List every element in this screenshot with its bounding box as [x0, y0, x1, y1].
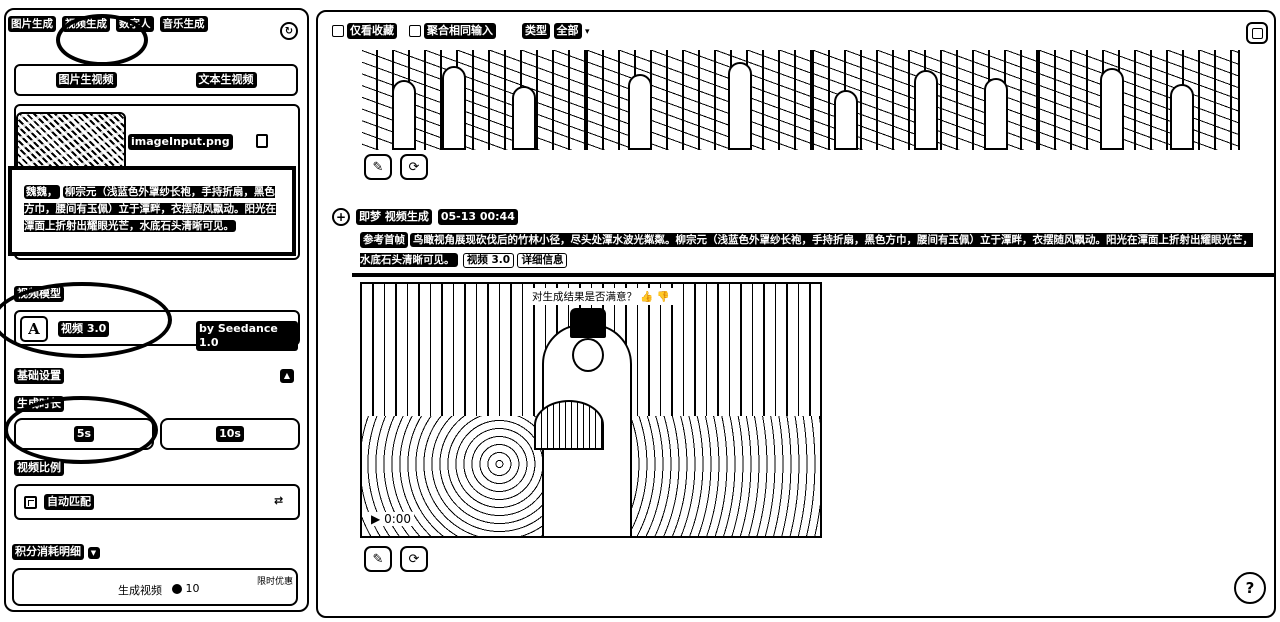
subtabs: 图片生视频 文本生视频	[14, 64, 298, 96]
play-time: 0:00	[384, 512, 412, 526]
video-frame-3[interactable]	[814, 50, 1040, 150]
tab-music-gen[interactable]: 音乐生成	[159, 16, 208, 32]
video-figure-face	[572, 338, 604, 372]
help-button[interactable]: ?	[1234, 572, 1266, 604]
merge-toggle[interactable]: 聚合相同输入	[409, 23, 496, 39]
video-figure-fan	[534, 400, 604, 450]
prompt-tag: 魏魏，	[24, 185, 60, 199]
generate-video-button[interactable]: 生成视频 10 限时优惠	[12, 568, 298, 606]
type-label: 类型	[522, 23, 550, 39]
generate-label: 生成视频	[118, 584, 162, 597]
divider	[352, 273, 1274, 277]
regenerate-button[interactable]: ⟳	[400, 154, 428, 180]
edit-icon: ✎	[372, 551, 384, 567]
checkbox-icon	[332, 25, 344, 37]
model-logo-icon: A	[20, 316, 48, 342]
detail-badge[interactable]: 详细信息	[517, 253, 568, 268]
subtab-image-to-video[interactable]: 图片生视频	[55, 72, 117, 88]
figure	[1170, 84, 1194, 150]
feedback-prompt: 对生成结果是否满意？ 👍 👎	[528, 288, 674, 305]
switch-icon[interactable]: ⇄	[274, 494, 283, 507]
ratio-label: 视频比例	[14, 460, 64, 476]
duration-label: 生成时长	[14, 396, 64, 412]
tab-digital-human[interactable]: 数字人	[116, 16, 154, 32]
feedback-text: 对生成结果是否满意？	[532, 291, 637, 303]
video-player[interactable]: 对生成结果是否满意？ 👍 👎 ▶ 0:00	[360, 282, 822, 538]
video-frame-2[interactable]	[588, 50, 814, 150]
generation-time: 05-13 00:44	[437, 209, 518, 225]
edit-button[interactable]: ✎	[364, 154, 392, 180]
tab-image-gen[interactable]: 图片生成	[8, 16, 56, 32]
right-panel: 仅看收藏 聚合相同输入 类型 全部 ▾ ✎ ⟳ + 即梦 视频生成 05-13 …	[316, 10, 1276, 618]
delete-icon[interactable]	[256, 134, 268, 148]
cost-details-toggle[interactable]: 积分消耗明细 ▼	[12, 544, 100, 560]
generation-prompt: 参考首帧 鸟瞰视角展现砍伐后的竹林小径，尽头处潭水波光粼粼。柳宗元（浅蓝色外罩纱长…	[360, 230, 1260, 270]
thumbs-up-icon[interactable]: 👍	[640, 291, 653, 303]
figure	[834, 90, 858, 150]
model-badge[interactable]: 视频 3.0	[462, 253, 515, 268]
generation-title: 即梦 视频生成	[356, 209, 432, 225]
tab-video-gen[interactable]: 视频生成	[62, 16, 110, 32]
play-icon: ▶	[371, 512, 381, 526]
cost-label: 积分消耗明细	[12, 544, 84, 560]
upload-filename: imageInput.png	[128, 134, 233, 150]
edit-button[interactable]: ✎	[364, 546, 392, 572]
video-figure-hat	[570, 308, 606, 338]
type-filter[interactable]: 类型 全部 ▾	[522, 23, 590, 39]
discount-badge: 限时优惠	[257, 577, 294, 587]
panel-toggle-icon[interactable]	[1246, 22, 1268, 44]
prompt-input[interactable]: 魏魏， 柳宗元（浅蓝色外罩纱长袍，手持折扇，黑色方巾，腰间有玉佩）立于潭畔，衣摆…	[8, 166, 296, 256]
figure	[442, 66, 466, 150]
chevron-down-icon: ▼	[87, 547, 100, 559]
favorites-label: 仅看收藏	[347, 23, 397, 39]
subtab-text-to-video[interactable]: 文本生视频	[195, 72, 257, 88]
favorites-toggle[interactable]: 仅看收藏	[332, 23, 397, 39]
prompt-text: 柳宗元（浅蓝色外罩纱长袍，手持折扇，黑色方巾，腰间有玉佩）立于潭畔，衣摆随风飘动…	[24, 186, 276, 232]
figure	[984, 78, 1008, 150]
ratio-selector[interactable]: 自动匹配 ⇄	[14, 484, 300, 520]
refresh-icon[interactable]: ↻	[280, 22, 298, 40]
figure	[628, 74, 652, 150]
figure	[1100, 68, 1124, 150]
figure	[392, 80, 416, 150]
regenerate-icon: ⟳	[408, 159, 420, 175]
duration-10s-button[interactable]: 10s	[160, 418, 300, 450]
toolbar: 仅看收藏 聚合相同输入 类型 全部 ▾	[332, 23, 590, 39]
credits-count: 10	[172, 582, 200, 595]
edit-icon: ✎	[372, 159, 384, 175]
merge-label: 聚合相同输入	[424, 23, 496, 39]
ratio-icon	[24, 496, 37, 509]
basic-settings-label: 基础设置	[14, 368, 64, 384]
credit-icon	[172, 584, 182, 594]
video-frame-4[interactable]	[1040, 50, 1240, 150]
generation-header: + 即梦 视频生成 05-13 00:44	[332, 208, 518, 226]
model-name: 视频 3.0	[58, 321, 110, 337]
figure	[512, 86, 536, 150]
play-control[interactable]: ▶ 0:00	[368, 512, 415, 526]
duration-5s-button[interactable]: 5s	[14, 418, 154, 450]
reference-frame-tag: 参考首帧	[360, 232, 408, 248]
regenerate-button[interactable]: ⟳	[400, 546, 428, 572]
thumbs-down-icon[interactable]: 👎	[657, 291, 670, 303]
duration-10s-label: 10s	[216, 426, 244, 442]
switch-icon[interactable]: ⇄	[281, 321, 290, 334]
chevron-up-icon[interactable]: ▲	[280, 369, 294, 383]
model-selector[interactable]: A 视频 3.0 by Seedance 1.0 ⇄	[14, 310, 300, 351]
checkbox-icon	[409, 25, 421, 37]
left-tabs: 图片生成 视频生成 数字人 音乐生成	[8, 16, 208, 32]
duration-5s-label: 5s	[73, 426, 95, 442]
type-value: 全部	[553, 23, 582, 39]
upload-thumbnail[interactable]	[16, 112, 126, 172]
ratio-value: 自动匹配	[44, 494, 94, 510]
add-icon[interactable]: +	[332, 208, 350, 226]
chevron-down-icon: ▾	[585, 27, 590, 37]
regenerate-icon: ⟳	[408, 551, 420, 567]
credits-value: 10	[185, 582, 200, 595]
video-frame-1[interactable]	[362, 50, 588, 150]
model-section-label: 视频模型	[14, 286, 64, 302]
figure	[728, 62, 752, 150]
figure	[914, 70, 938, 150]
